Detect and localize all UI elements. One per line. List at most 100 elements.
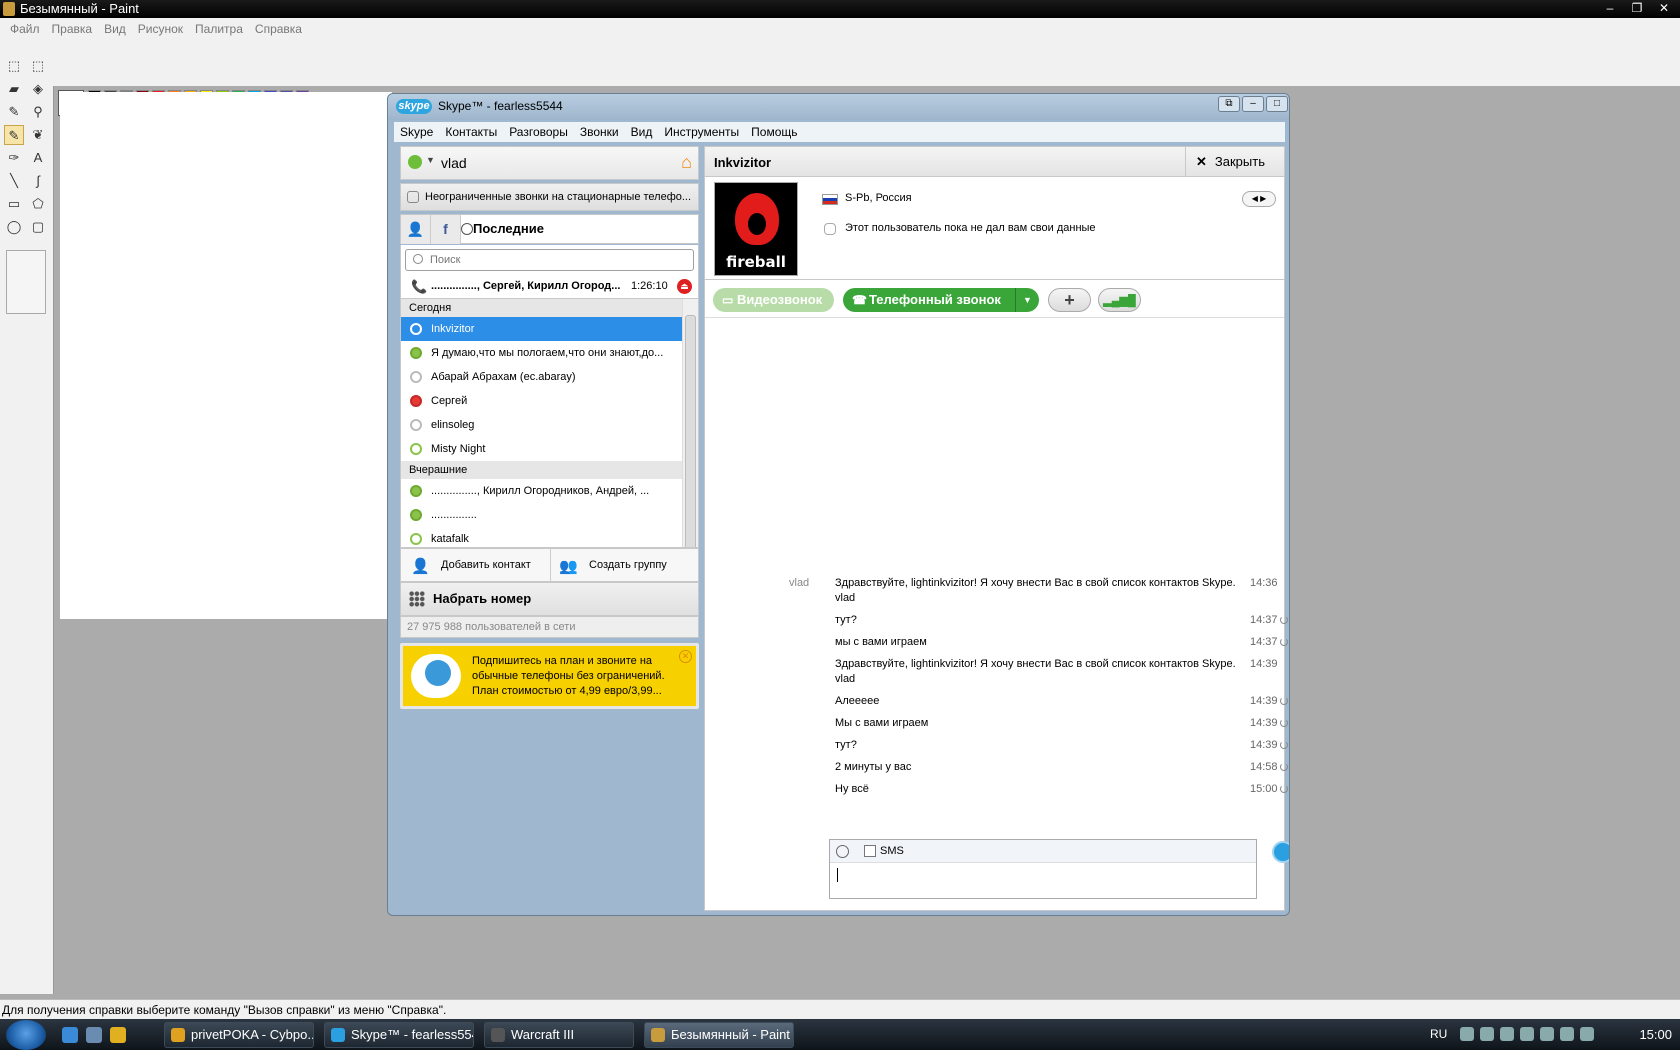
contact-status-icon xyxy=(410,371,422,383)
show-desktop-icon[interactable] xyxy=(86,1027,102,1043)
chat-message: 2 минуты у вас 14:58 xyxy=(705,760,1288,775)
tray-chevron-icon[interactable] xyxy=(1500,1027,1514,1041)
language-indicator[interactable]: RU xyxy=(1430,1027,1447,1041)
brush-icon[interactable]: ❦ xyxy=(28,125,48,145)
paint-menu-item[interactable]: Файл xyxy=(4,18,46,40)
prev-next-arrows[interactable]: ◀ ▶ xyxy=(1242,191,1276,207)
start-button[interactable] xyxy=(6,1020,46,1050)
contact-list-item[interactable]: Абарай Абрахам (ec.abaray) xyxy=(401,365,682,389)
skype-menu-item[interactable]: Вид xyxy=(625,122,659,142)
contacts-tab-icon[interactable]: 👤 xyxy=(401,215,431,244)
contact-name: Я думаю,что мы пологаем,что они знают,до… xyxy=(431,347,664,359)
paint-window-title: Безымянный - Paint xyxy=(20,1,139,16)
active-call-row[interactable]: 📞 ..............., Сергей, Кирилл Огород… xyxy=(400,275,699,298)
contact-list-item[interactable]: Misty Night xyxy=(401,437,682,461)
line-icon[interactable]: ╲ xyxy=(4,171,24,191)
online-status-icon[interactable] xyxy=(408,155,422,169)
search-input[interactable] xyxy=(405,249,694,271)
dial-number-button[interactable]: Набрать номер xyxy=(400,582,699,616)
video-call-button[interactable]: ▭ Видеозвонок xyxy=(713,288,834,312)
contact-list-item[interactable]: katafalk xyxy=(401,527,682,547)
taskbar-item[interactable]: privetPOKA - Cybpo... xyxy=(164,1022,314,1048)
message-time: 14:39 xyxy=(1250,717,1278,729)
paint-menu-item[interactable]: Справка xyxy=(249,18,308,40)
skype-tray-icon[interactable] xyxy=(1520,1027,1534,1041)
close-conversation-button[interactable]: ✕ Закрыть xyxy=(1185,147,1284,177)
text-icon[interactable]: A xyxy=(28,148,48,168)
help-icon[interactable] xyxy=(1460,1027,1474,1041)
ie-icon[interactable] xyxy=(62,1027,78,1043)
contact-list-item[interactable]: ..............., Кирилл Огородников, Анд… xyxy=(401,479,682,503)
skype-menu-item[interactable]: Разговоры xyxy=(503,122,574,142)
clock[interactable]: 15:00 xyxy=(1639,1027,1672,1042)
facebook-tab-icon[interactable]: f xyxy=(431,215,461,244)
close-button[interactable]: ✕ xyxy=(1652,0,1676,16)
add-contact-button[interactable]: Добавить контакт xyxy=(441,559,531,571)
paint-menu-item[interactable]: Палитра xyxy=(189,18,249,40)
contact-list-item[interactable]: elinsoleg xyxy=(401,413,682,437)
contact-name: elinsoleg xyxy=(431,419,475,431)
message-compose[interactable]: SMS xyxy=(829,839,1257,899)
skype-window-title: Skype™ - fearless5544 xyxy=(438,99,563,113)
curve-icon[interactable]: ∫ xyxy=(28,171,48,191)
ellipse-icon[interactable]: ◯ xyxy=(4,217,24,237)
minimize-button[interactable]: – xyxy=(1598,0,1622,16)
free-select-icon[interactable]: ⬚ xyxy=(4,56,24,76)
media-player-icon[interactable] xyxy=(110,1027,126,1043)
volume-icon[interactable] xyxy=(1580,1027,1594,1041)
promo-banner[interactable]: Неограниченные звонки на стационарные те… xyxy=(400,183,699,211)
rect-select-icon[interactable]: ⬚ xyxy=(28,56,48,76)
message-time: 14:36 xyxy=(1250,577,1278,589)
skype-menu-item[interactable]: Skype xyxy=(394,122,439,142)
phone-call-button[interactable]: ☎ Телефонный звонок ▼ xyxy=(843,288,1039,312)
skype-menu-item[interactable]: Контакты xyxy=(439,122,503,142)
taskbar-item[interactable]: Безымянный - Paint xyxy=(644,1022,794,1048)
rectangle-icon[interactable]: ▭ xyxy=(4,194,24,214)
network-icon[interactable] xyxy=(1560,1027,1574,1041)
color-picker-icon[interactable]: ✎ xyxy=(4,102,24,122)
signal-icon[interactable] xyxy=(1540,1027,1554,1041)
conversation-header: Inkvizitor ✕ Закрыть xyxy=(705,147,1284,177)
pencil-icon[interactable]: ✎ xyxy=(4,125,24,145)
chevron-down-icon[interactable]: ▼ xyxy=(426,155,435,165)
profile-bar[interactable]: ▼ vlad ⌂ xyxy=(400,146,699,180)
tab-recent[interactable]: Последние xyxy=(473,221,544,236)
paint-canvas[interactable] xyxy=(60,92,392,619)
hang-up-icon[interactable]: ⏏ xyxy=(677,279,692,294)
skype-maximize-button[interactable]: □ xyxy=(1266,96,1288,112)
subscription-ad[interactable]: Подпишитесь на план и звоните на обычные… xyxy=(400,643,699,709)
paint-menu-item[interactable]: Рисунок xyxy=(132,18,189,40)
close-ad-icon[interactable]: ✕ xyxy=(679,650,692,663)
skype-menu-item[interactable]: Звонки xyxy=(574,122,625,142)
create-group-button[interactable]: Создать группу xyxy=(589,559,667,571)
emoticon-icon[interactable] xyxy=(836,845,849,858)
fill-icon[interactable]: ◈ xyxy=(28,79,48,99)
chevron-down-icon[interactable]: ▼ xyxy=(1015,288,1039,312)
contact-list-item[interactable]: Я думаю,что мы пологаем,что они знают,до… xyxy=(401,341,682,365)
skype-menu-item[interactable]: Инструменты xyxy=(658,122,745,142)
add-people-button[interactable]: + xyxy=(1048,288,1091,312)
sms-checkbox[interactable] xyxy=(864,845,876,857)
home-icon[interactable]: ⌂ xyxy=(681,153,692,171)
taskbar-item[interactable]: Skype™ - fearless5544 xyxy=(324,1022,474,1048)
bluetooth-icon[interactable] xyxy=(1480,1027,1494,1041)
skype-menu-item[interactable]: Помощь xyxy=(745,122,803,142)
airbrush-icon[interactable]: ✑ xyxy=(4,148,24,168)
contacts-scrollbar[interactable] xyxy=(682,299,698,547)
contact-list-item[interactable]: Inkvizitor xyxy=(401,317,682,341)
send-button[interactable] xyxy=(1272,841,1289,863)
call-quality-button[interactable]: ▂▄▆█ xyxy=(1098,288,1141,312)
paint-menu-item[interactable]: Вид xyxy=(98,18,132,40)
restore-button[interactable]: ❐ xyxy=(1625,0,1649,16)
polygon-icon[interactable]: ⬠ xyxy=(28,194,48,214)
skype-minimize-button[interactable]: – xyxy=(1242,96,1264,112)
tool-options[interactable] xyxy=(6,250,46,314)
paint-menu-item[interactable]: Правка xyxy=(46,18,99,40)
eraser-icon[interactable]: ▰ xyxy=(4,79,24,99)
taskbar-item[interactable]: Warcraft III xyxy=(484,1022,634,1048)
contact-list-item[interactable]: Сергей xyxy=(401,389,682,413)
magnifier-icon[interactable]: ⚲ xyxy=(28,102,48,122)
contact-list-item[interactable]: ............... xyxy=(401,503,682,527)
compact-view-button[interactable]: ⧉ xyxy=(1218,96,1240,112)
rounded-rect-icon[interactable]: ▢ xyxy=(28,217,48,237)
